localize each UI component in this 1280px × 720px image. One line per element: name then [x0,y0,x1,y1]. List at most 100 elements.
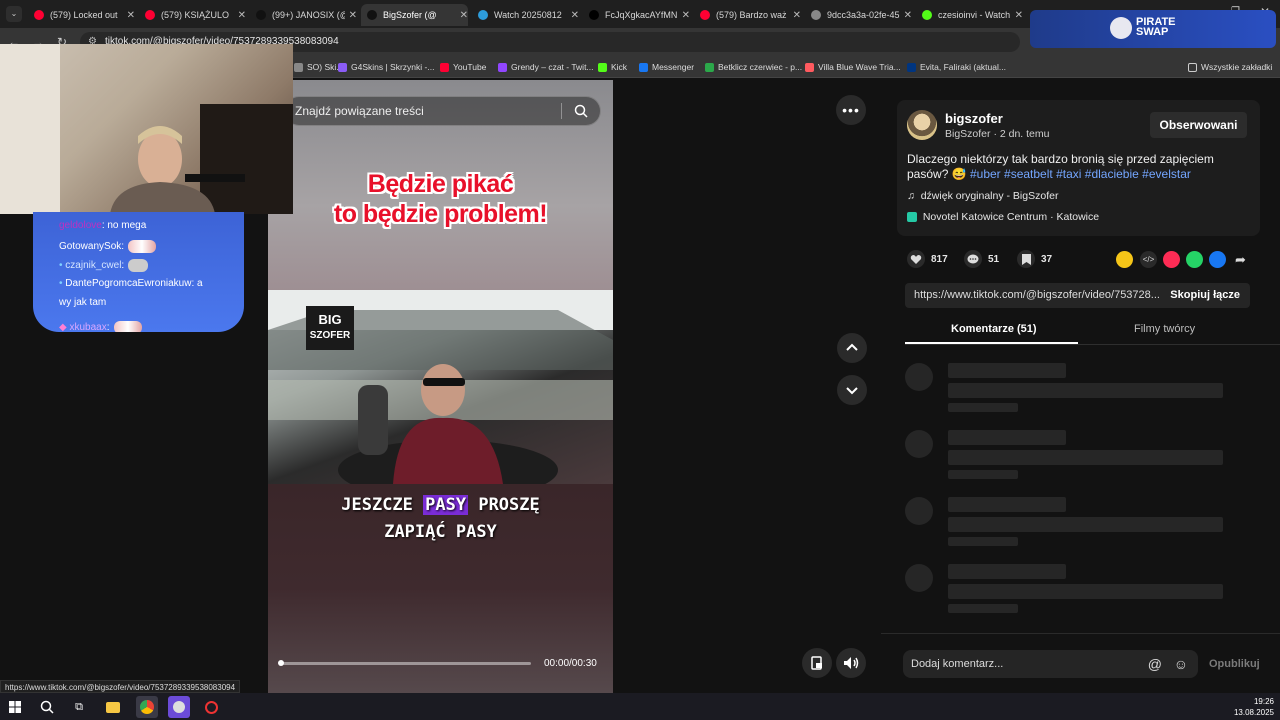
chat-user: DantePogromcaEwroniakuw [65,278,192,289]
video-progress-bar[interactable] [280,662,531,665]
hashtag-link[interactable]: #dlaciebie [1085,167,1139,181]
publish-button[interactable]: Opublikuj [1209,658,1260,670]
hashtag-link[interactable]: #uber [970,167,1001,181]
obs-taskbar-button[interactable] [168,696,190,718]
search-taskbar-button[interactable] [36,696,58,718]
like-button[interactable]: 817 [907,250,948,268]
chat-user: GotowanySok [59,241,122,253]
chevron-down-icon [846,387,858,395]
browser-tab[interactable]: (579) KSIĄŻULO ✕ [139,4,246,26]
location-link[interactable]: Novotel Katowice Centrum · Katowice [907,211,1099,223]
video-link-field[interactable]: https://www.tiktok.com/@bigszofer/video/… [905,283,1250,308]
bookmark-item[interactable]: G4Skins | Skrzynki -... [338,60,434,74]
close-tab-icon[interactable]: ✕ [1015,10,1023,21]
subtitle-text: JESZCZE [341,495,424,515]
task-view-button[interactable]: ⧉ [68,696,90,718]
save-button[interactable]: 37 [1017,250,1052,268]
search-icon [40,700,54,714]
sound-link[interactable]: ♫ dźwięk oryginalny - BigSzofer [907,190,1058,202]
video-player[interactable]: Znajdź powiązane treści Będzie pikać to … [268,80,613,693]
previous-video-button[interactable] [837,333,867,363]
chat-user: xkubaax [69,322,107,332]
tab-favicon-icon [589,10,599,20]
sound-text: dźwięk oryginalny - BigSzofer [920,190,1059,202]
video-details-panel: bigszofer BigSzofer · 2 dn. temu Obserwo… [881,80,1280,693]
bookmark-item[interactable]: Grendy – czat - Twit... [498,60,594,74]
chat-text: : [121,241,125,253]
video-time: 00:00/00:30 [544,658,597,669]
browser-tab[interactable]: (579) Locked out ✕ [28,4,135,26]
author-nickname-date: BigSzofer · 2 dn. temu [945,128,1050,140]
system-clock[interactable]: 19:26 13.08.2025 [1234,696,1274,718]
hashtag-link[interactable]: #evelstar [1142,167,1191,181]
start-button[interactable] [4,696,26,718]
emoji-icon[interactable]: ☺ [1174,650,1188,678]
tab-search-button[interactable]: ⌄ [6,6,22,22]
close-tab-icon[interactable]: ✕ [238,10,246,21]
all-bookmarks[interactable]: Wszystkie zakładki [1188,60,1272,74]
copy-link-button[interactable]: Skopiuj łącze [1170,283,1240,308]
send-to-friends-icon[interactable] [1163,251,1180,268]
tab-favicon-icon [367,10,377,20]
mention-icon[interactable]: @ [1148,650,1162,678]
facebook-icon[interactable] [1209,251,1226,268]
app-taskbar-button[interactable] [200,696,222,718]
chrome-taskbar-button[interactable] [136,696,158,718]
close-tab-icon[interactable]: ✕ [349,10,357,21]
follow-button[interactable]: Obserwowani [1150,112,1247,138]
browser-tab[interactable]: BigSzofer (@ ✕ [361,4,468,26]
tab-favicon-icon [34,10,44,20]
related-search-input[interactable]: Znajdź powiązane treści [284,96,601,126]
browser-tab[interactable]: (579) Bardzo waż ✕ [694,4,801,26]
author-username[interactable]: bigszofer [945,111,1003,126]
hashtag-link[interactable]: #seatbelt [1004,167,1053,181]
whatsapp-icon[interactable] [1186,251,1203,268]
subtitle-highlight: PASY [423,495,469,515]
tab-comments[interactable]: Komentarze (51) [951,323,1037,335]
skeleton-line [948,564,1066,579]
file-explorer-button[interactable] [102,696,124,718]
bookmark-item[interactable]: Messenger [639,60,694,74]
comment-button[interactable]: 51 [964,250,999,268]
video-progress-handle[interactable] [278,660,284,666]
bookmark-item[interactable]: YouTube [440,60,486,74]
skeleton-avatar [905,564,933,592]
chat-text: : [106,322,110,332]
bookmark-favicon-icon [440,62,449,72]
bookmark-item[interactable]: Evita, Faliraki (aktual... [907,60,1006,74]
volume-button[interactable] [836,648,866,678]
bookmark-item[interactable]: Betklicz czerwiec - p... [705,60,802,74]
browser-tab[interactable]: Watch 20250812 ✕ [472,4,579,26]
close-tab-icon[interactable]: ✕ [793,10,801,21]
skeleton-line [948,403,1018,412]
avatar[interactable] [907,110,937,140]
more-options-button[interactable]: ••• [836,95,866,125]
bookmark-item[interactable]: SO) Ski... [294,60,343,74]
browser-tab[interactable]: czesioinvi - Watch ✕ [916,4,1023,26]
location-text: Novotel Katowice Centrum · Katowice [922,211,1100,223]
close-tab-icon[interactable]: ✕ [682,10,690,21]
next-video-button[interactable] [837,375,867,405]
comment-input[interactable]: Dodaj komentarz... @ ☺ [903,650,1198,678]
bookmark-item[interactable]: Kick [598,60,627,74]
embed-icon[interactable]: </> [1140,251,1157,268]
browser-tab[interactable]: FcJqXgkacAYfMN ✕ [583,4,690,26]
close-tab-icon[interactable]: ✕ [127,10,135,21]
bookmark-item[interactable]: Villa Blue Wave Tria... [805,60,901,74]
tab-creator-videos[interactable]: Filmy twórcy [1134,323,1195,335]
pirate-line2: SWAP [1136,26,1169,38]
close-tab-icon[interactable]: ✕ [904,10,912,21]
repost-icon[interactable] [1116,251,1133,268]
close-tab-icon[interactable]: ✕ [571,10,579,21]
hashtag-link[interactable]: #taxi [1056,167,1081,181]
close-tab-icon[interactable]: ✕ [460,10,468,21]
bookmark-label: YouTube [453,62,487,72]
search-icon[interactable] [574,104,588,118]
browser-tab[interactable]: (99+) JANOSIX (@ ✕ [250,4,357,26]
share-arrow-icon[interactable]: ➦ [1232,251,1249,268]
browser-tab[interactable]: 9dcc3a3a-02fe-45 ✕ [805,4,912,26]
tab-label: czesioinvi - Watch [938,10,1011,20]
chat-emote-icon [128,240,157,253]
floating-player-button[interactable] [802,648,832,678]
subtitle-text: PROSZĘ [468,495,540,515]
